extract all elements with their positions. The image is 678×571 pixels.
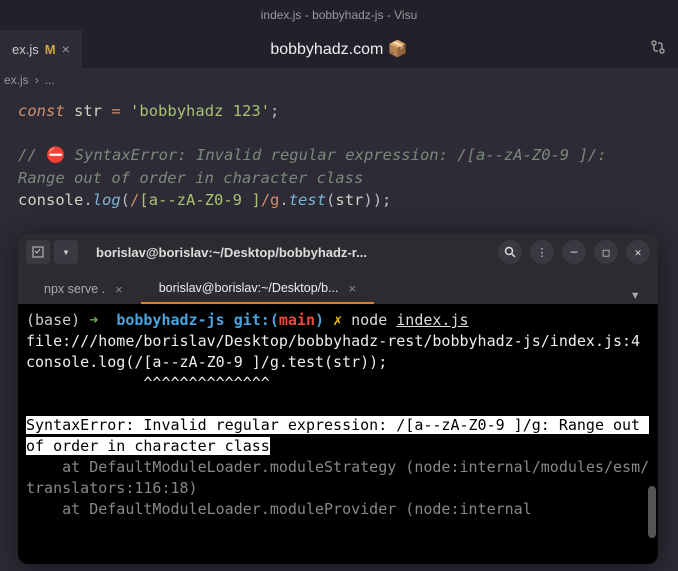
breadcrumb[interactable]: ex.js › ... <box>0 68 678 92</box>
out-error: SyntaxError: Invalid regular expression:… <box>26 416 649 455</box>
terminal-tab-serve[interactable]: npx serve . × <box>26 274 141 304</box>
string-literal: 'bobbyhadz 123' <box>130 102 270 120</box>
prompt-branch: main <box>279 311 315 329</box>
close-tab-icon[interactable]: × <box>62 41 70 57</box>
window-title: index.js - bobbyhadz-js - Visu <box>261 8 418 22</box>
terminal-dropdown-button[interactable]: ▾ <box>54 240 78 264</box>
cmd-node: node <box>351 311 387 329</box>
code-line-console: console.log(/[a--zA-Z0-9 ]/g.test(str)); <box>18 189 660 211</box>
editor-tab-bar: ex.js M × bobbyhadz.com 📦 <box>0 30 678 68</box>
close-tab-icon[interactable]: × <box>349 281 357 296</box>
method-log: log <box>93 191 121 209</box>
no-entry-icon: ⛔ <box>46 146 65 164</box>
code-editor[interactable]: const str = 'bobbyhadz 123'; // ⛔ Syntax… <box>0 92 678 220</box>
code-line-1: const str = 'bobbyhadz 123'; <box>18 100 660 122</box>
prompt-dirty-icon: ✗ <box>333 311 342 329</box>
out-stack2: at DefaultModuleLoader.moduleProvider (n… <box>26 500 532 518</box>
window-title-bar: index.js - bobbyhadz-js - Visu <box>0 0 678 30</box>
kw-const: const <box>18 102 65 120</box>
semicolon: ; <box>270 102 279 120</box>
method-test: test <box>289 191 326 209</box>
editor-tab-indexjs[interactable]: ex.js M × <box>0 30 82 68</box>
terminal-tab-shell[interactable]: borislav@borislav:~/Desktop/b... × <box>141 274 374 304</box>
prompt-dir: bobbyhadz-js <box>116 311 224 329</box>
out-stack1: at DefaultModuleLoader.moduleStrategy (n… <box>26 458 649 497</box>
minimize-button[interactable]: ─ <box>562 240 586 264</box>
out-file: file:///home/borislav/Desktop/bobbyhadz-… <box>26 332 640 350</box>
breadcrumb-file: ex.js <box>4 73 29 87</box>
cmd-file: index.js <box>396 311 468 329</box>
comment-line-1: // ⛔ SyntaxError: Invalid regular expres… <box>18 144 660 166</box>
out-code: console.log(/[a--zA-Z0-9 ]/g.test(str)); <box>26 353 387 371</box>
terminal-header: ▾ borislav@borislav:~/Desktop/bobbyhadz-… <box>18 234 658 270</box>
var-str: str <box>74 102 102 120</box>
terminal-body[interactable]: (base) ➜ bobbyhadz-js git:(main) ✗ node … <box>18 304 658 564</box>
close-button[interactable]: ✕ <box>626 240 650 264</box>
op-eq: = <box>111 102 120 120</box>
site-label: bobbyhadz.com 📦 <box>270 39 407 59</box>
terminal-window: ▾ borislav@borislav:~/Desktop/bobbyhadz-… <box>18 234 658 564</box>
terminal-tabs: npx serve . × borislav@borislav:~/Deskto… <box>18 270 658 304</box>
obj-console: console <box>18 191 83 209</box>
comment-line-2: Range out of order in character class <box>18 167 660 189</box>
blank-line <box>18 122 660 144</box>
prompt-base: (base) <box>26 311 80 329</box>
maximize-button[interactable]: □ <box>594 240 618 264</box>
search-button[interactable] <box>498 240 522 264</box>
modified-badge: M <box>45 42 56 57</box>
git-compare-icon[interactable] <box>650 39 666 59</box>
breadcrumb-sep: › <box>35 73 39 87</box>
terminal-scrollbar[interactable] <box>648 486 656 538</box>
terminal-tab-dropdown[interactable]: ▾ <box>620 285 650 304</box>
prompt-git: git:( <box>234 311 279 329</box>
out-caret: ^^^^^^^^^^^^^^ <box>26 374 270 392</box>
terminal-title: borislav@borislav:~/Desktop/bobbyhadz-r.… <box>84 245 492 260</box>
new-terminal-button[interactable] <box>26 240 50 264</box>
regex-body: [a--zA-Z0-9 ] <box>139 191 260 209</box>
menu-button[interactable]: ⋮ <box>530 240 554 264</box>
tab-filename: ex.js <box>12 42 39 57</box>
breadcrumb-rest: ... <box>45 73 55 87</box>
close-tab-icon[interactable]: × <box>115 282 123 297</box>
prompt-arrow: ➜ <box>89 311 98 329</box>
